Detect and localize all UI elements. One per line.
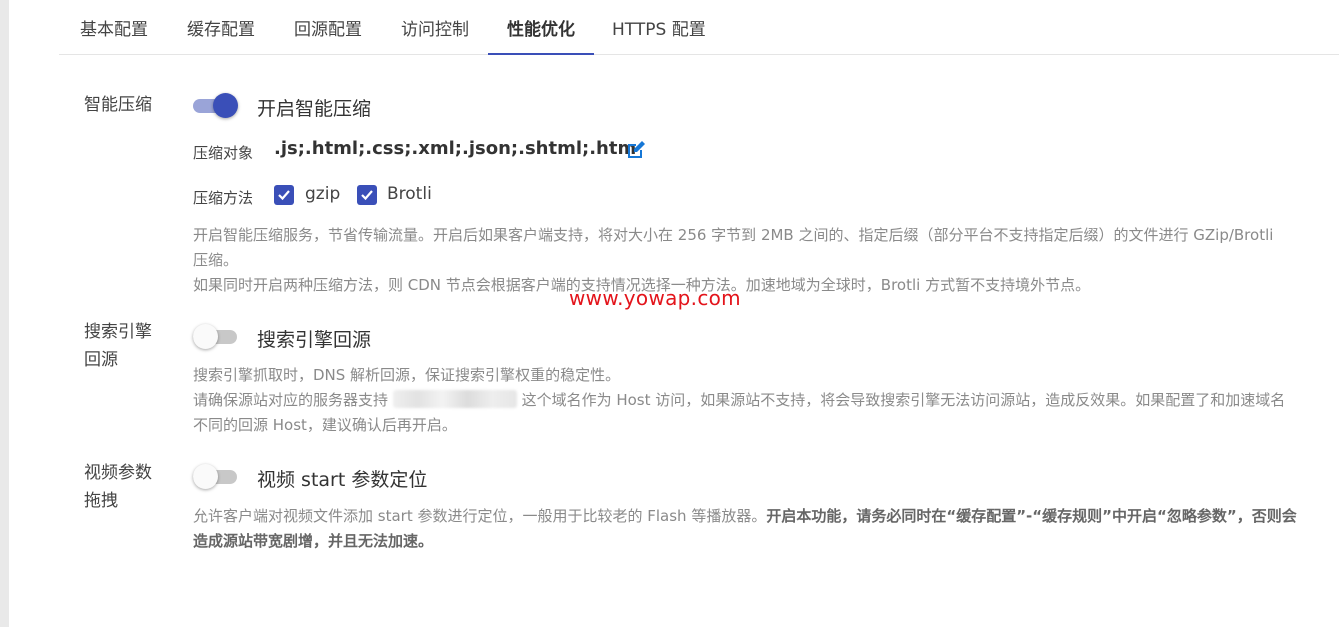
video-drag-toggle-label: 视频 start 参数定位: [257, 469, 428, 491]
search-engine-toggle-label: 搜索引擎回源: [257, 329, 372, 351]
tab-performance[interactable]: 性能优化: [488, 0, 594, 55]
redacted-domain: [392, 390, 517, 408]
watermark-text: www.yowap.com: [569, 286, 741, 310]
smart-compression-label: 智能压缩: [84, 95, 152, 115]
description-line: 不同的回源 Host，建议确认后再开启。: [193, 416, 457, 434]
toggle-knob: [213, 93, 238, 118]
description-line: 允许客户端对视频文件添加 start 参数进行定位，一般用于比较老的 Flash…: [193, 504, 1297, 529]
smart-compression-toggle-label: 开启智能压缩: [257, 98, 372, 120]
tab-cache-config[interactable]: 缓存配置: [185, 0, 257, 54]
gzip-checkbox[interactable]: [274, 185, 294, 205]
description-line: 搜索引擎抓取时，DNS 解析回源，保证搜索引擎权重的稳定性。: [193, 366, 621, 384]
compression-method-label: 压缩方法: [193, 189, 254, 207]
smart-compression-toggle[interactable]: [193, 93, 239, 119]
description-text: 允许客户端对视频文件添加 start 参数进行定位，一般用于比较老的 Flash…: [193, 507, 767, 525]
video-drag-toggle[interactable]: [193, 464, 239, 490]
description-text: 这个域名作为 Host 访问，如果源站不支持，将会导致搜索引擎无法访问源站，造成…: [521, 391, 1286, 409]
search-engine-description: 搜索引擎抓取时，DNS 解析回源，保证搜索引擎权重的稳定性。 请确保源站对应的服…: [193, 363, 1285, 438]
compression-target-value: .js;.html;.css;.xml;.json;.shtml;.htm: [274, 138, 637, 159]
gzip-label: gzip: [305, 184, 341, 204]
search-engine-toggle[interactable]: [193, 324, 239, 350]
tab-origin-config[interactable]: 回源配置: [292, 0, 364, 54]
tab-bar: 基本配置 缓存配置 回源配置 访问控制 性能优化 HTTPS 配置: [59, 0, 1339, 55]
description-line: 压缩。: [193, 251, 239, 269]
video-drag-description: 允许客户端对视频文件添加 start 参数进行定位，一般用于比较老的 Flash…: [193, 504, 1297, 554]
description-text: 请确保源站对应的服务器支持: [193, 391, 389, 409]
tab-https-config[interactable]: HTTPS 配置: [612, 0, 706, 54]
search-engine-label-line: 回源: [84, 350, 118, 370]
brotli-checkbox[interactable]: [357, 185, 377, 205]
brotli-label: Brotli: [387, 184, 432, 204]
search-engine-label-line: 搜索引擎: [84, 322, 152, 342]
video-drag-label-line: 拖拽: [84, 491, 118, 511]
description-line: 请确保源站对应的服务器支持 这个域名作为 Host 访问，如果源站不支持，将会导…: [193, 388, 1285, 413]
description-warning: 开启本功能，请务必同时在“缓存配置”-“缓存规则”中开启“忽略参数”，否则会: [766, 507, 1297, 525]
search-engine-label: 搜索引擎 回源: [84, 318, 164, 374]
toggle-knob: [193, 464, 218, 489]
toggle-knob: [193, 324, 218, 349]
video-drag-label-line: 视频参数: [84, 463, 152, 483]
tab-access-control[interactable]: 访问控制: [399, 0, 471, 54]
tab-basic-config[interactable]: 基本配置: [78, 0, 150, 54]
description-warning: 造成源站带宽剧增，并且无法加速。: [193, 532, 434, 550]
video-drag-label: 视频参数 拖拽: [84, 459, 164, 515]
compression-target-label: 压缩对象: [193, 144, 254, 162]
description-line: 开启智能压缩服务，节省传输流量。开启后如果客户端支持，将对大小在 256 字节到…: [193, 226, 1274, 244]
description-line: 造成源站带宽剧增，并且无法加速。: [193, 529, 1297, 554]
left-edge-strip: [0, 0, 9, 627]
edit-icon[interactable]: [625, 139, 647, 161]
